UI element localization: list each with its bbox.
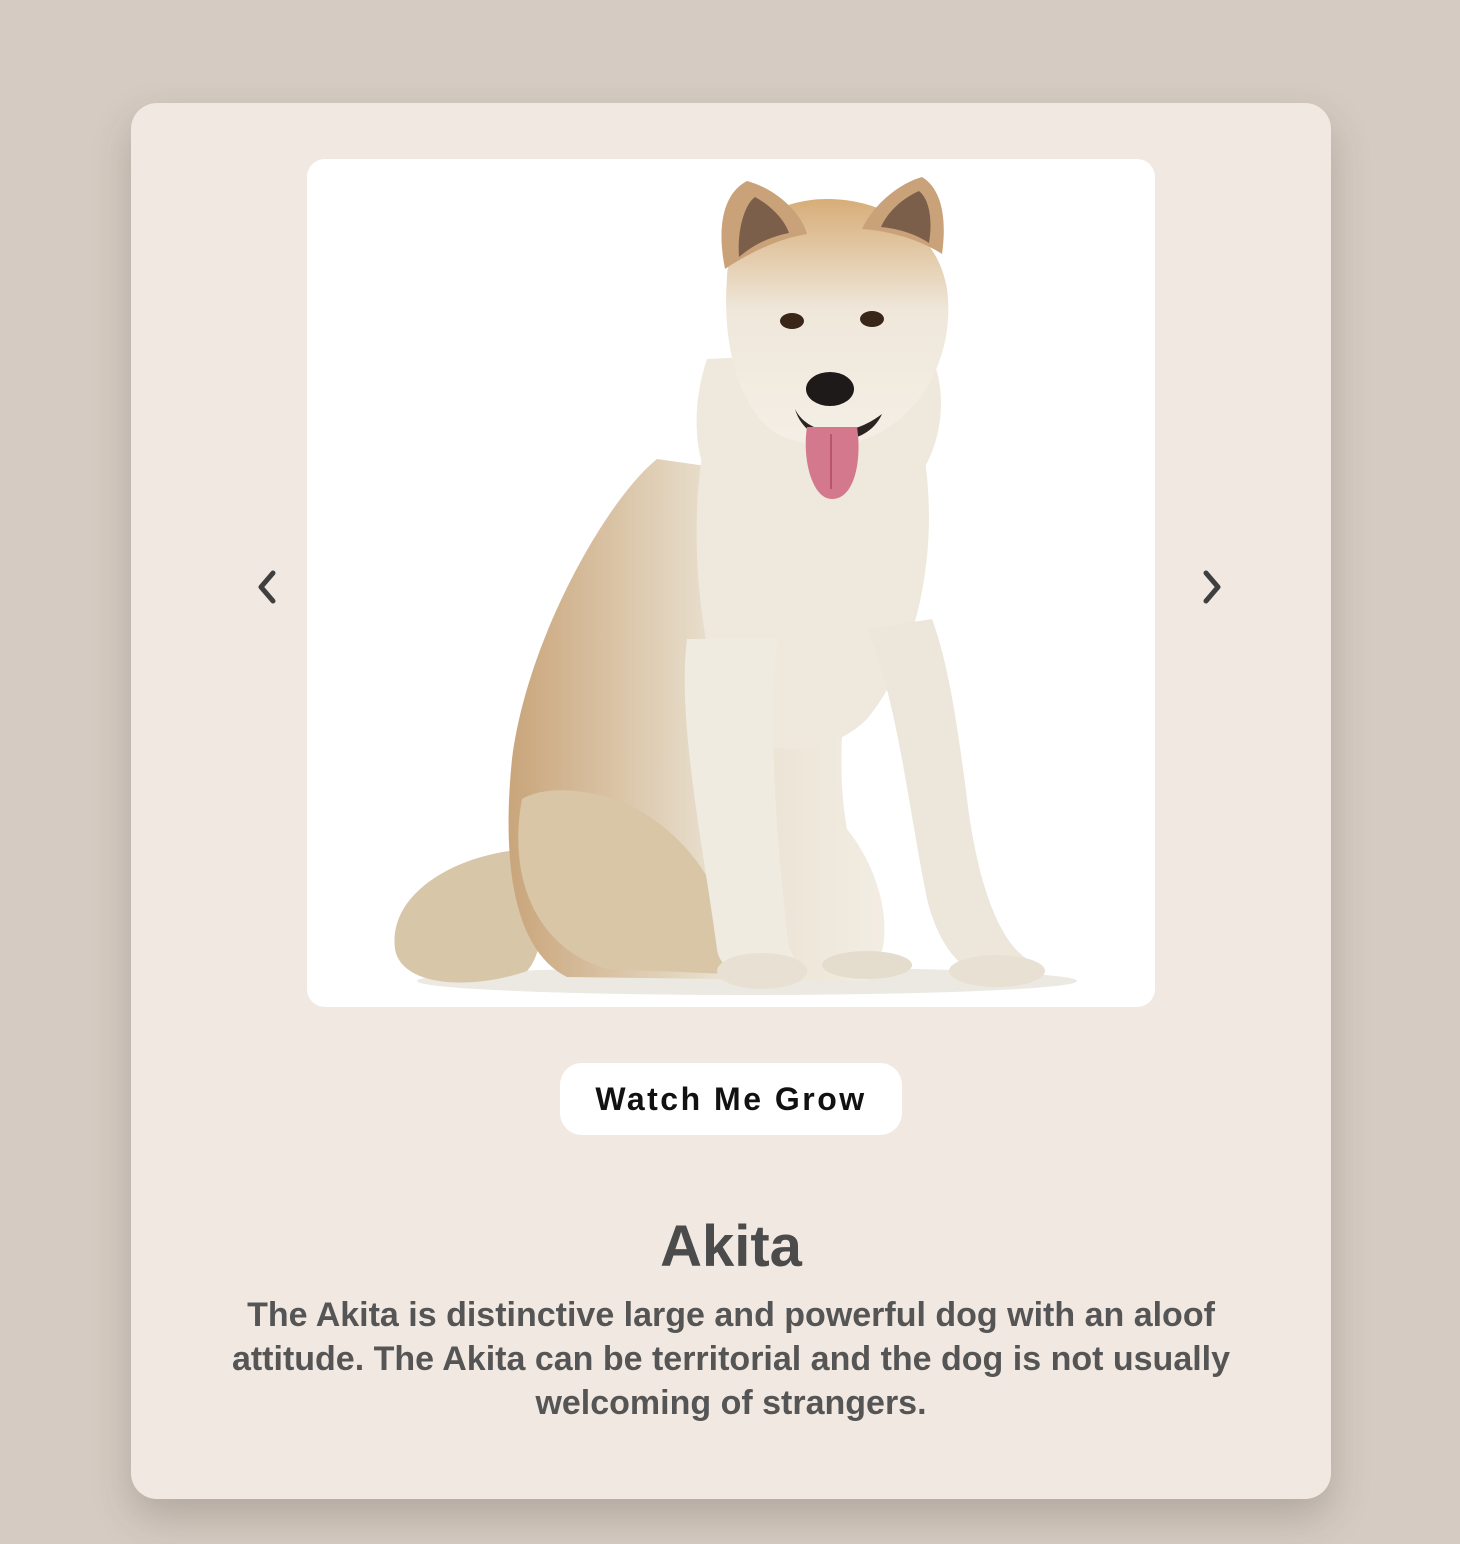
breed-description: The Akita is distinctive large and power… xyxy=(231,1296,1231,1422)
breed-card: Watch Me Grow Akita The Akita is distinc… xyxy=(131,103,1331,1499)
chevron-right-icon xyxy=(1203,570,1221,604)
dog-image xyxy=(307,159,1155,1007)
breed-name: Akita xyxy=(660,1214,802,1279)
akita-dog-illustration xyxy=(394,177,1077,995)
chevron-left-icon xyxy=(258,570,276,604)
carousel-prev-button[interactable] xyxy=(241,561,293,613)
watch-me-grow-button[interactable]: Watch Me Grow xyxy=(560,1063,902,1135)
carousel-next-button[interactable] xyxy=(1186,561,1238,613)
